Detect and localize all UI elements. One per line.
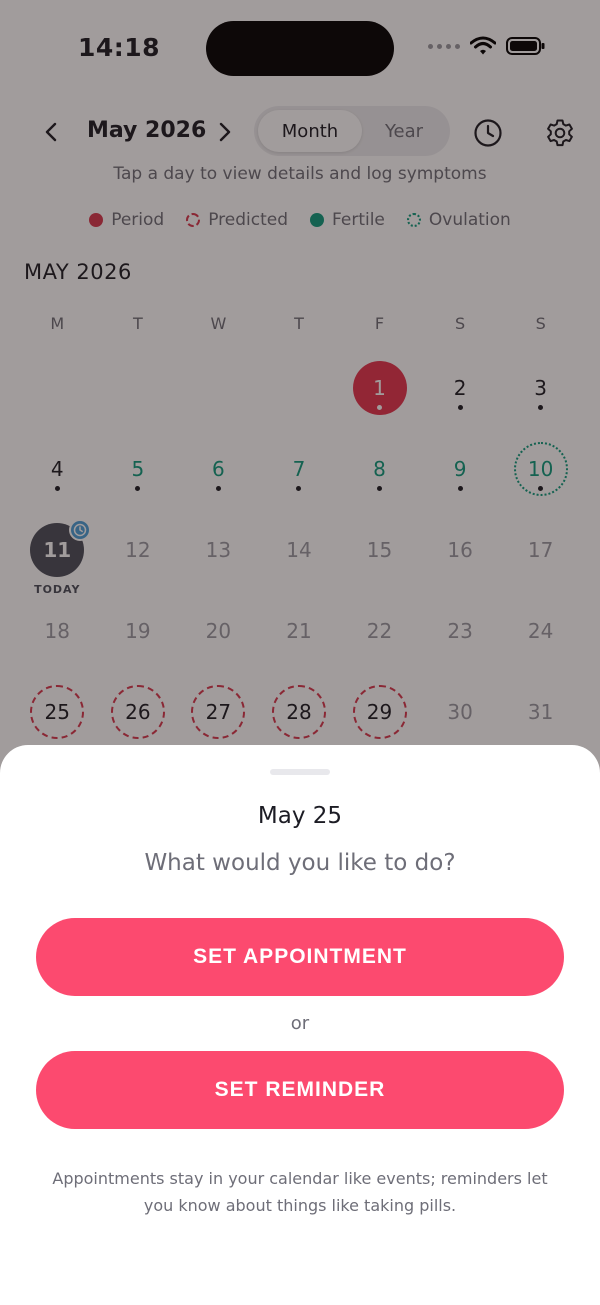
sheet-question: What would you like to do? [144, 850, 456, 876]
set-reminder-button[interactable]: SET REMINDER [36, 1051, 564, 1129]
selected-date: May 25 [257, 803, 343, 829]
set-appointment-button[interactable]: SET APPOINTMENT [36, 918, 564, 996]
action-sheet: May 25 What would you like to do? SET AP… [0, 745, 600, 1305]
or-separator: or [290, 1013, 310, 1034]
sheet-grabber[interactable] [270, 769, 330, 775]
sheet-note: Appointments stay in your calendar like … [52, 1169, 548, 1215]
